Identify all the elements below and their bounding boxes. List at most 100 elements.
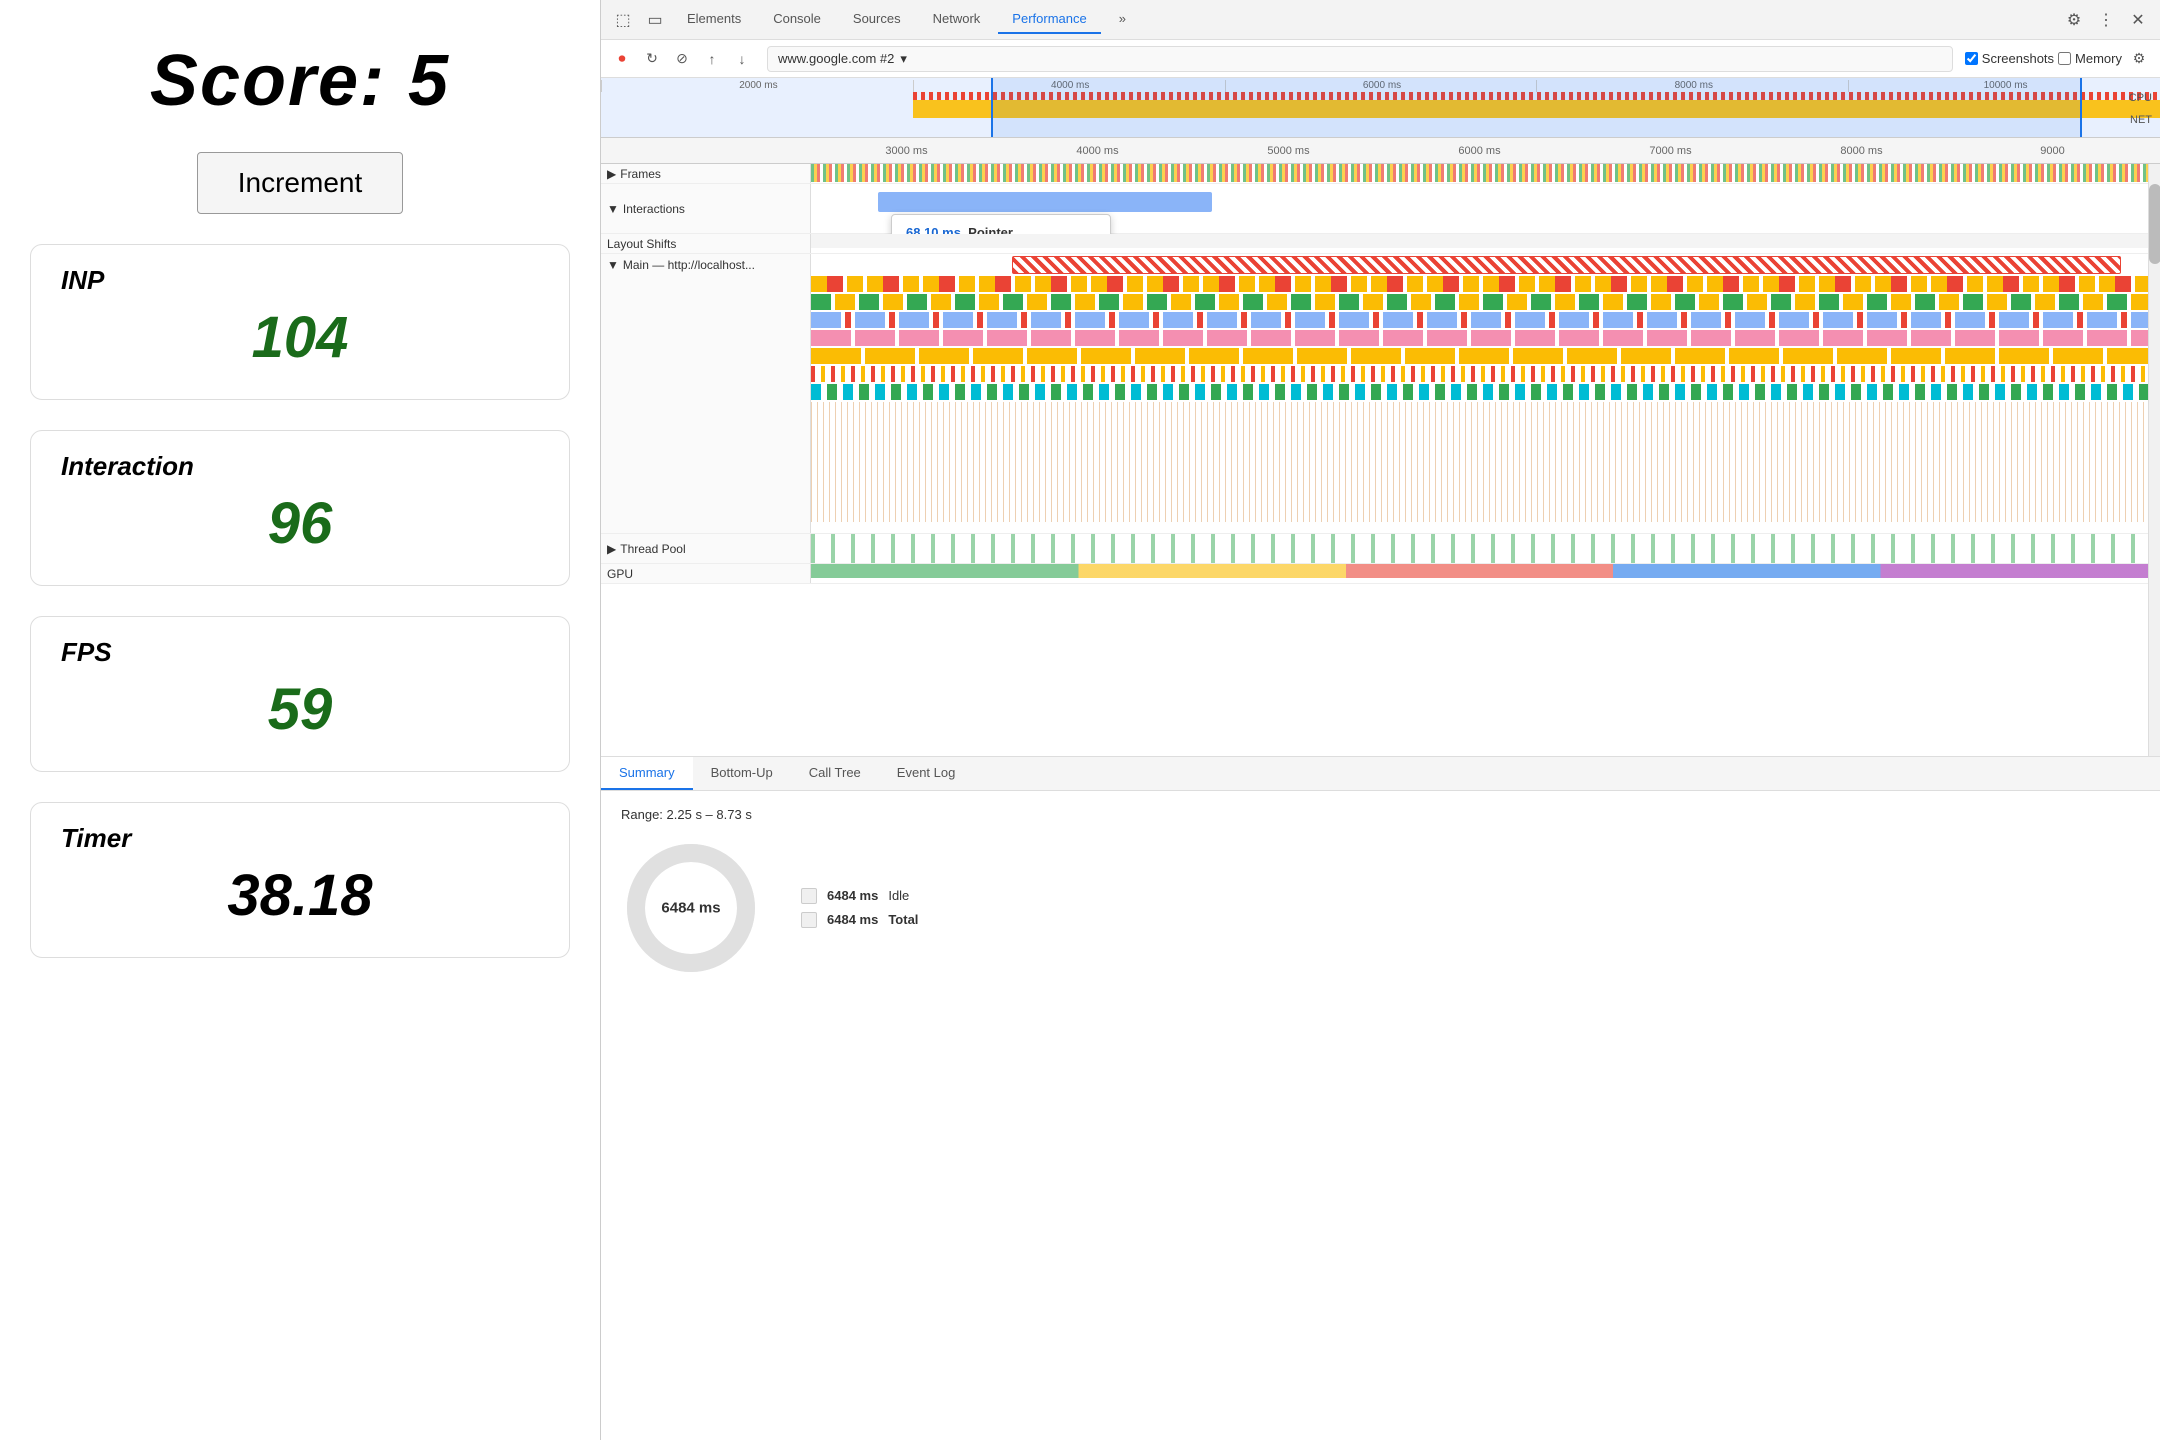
- cpu-label: CPU: [2129, 92, 2152, 104]
- tab-more[interactable]: »: [1105, 5, 1140, 34]
- tab-performance[interactable]: Performance: [998, 5, 1100, 34]
- increment-button[interactable]: Increment: [197, 152, 404, 214]
- selection-range[interactable]: [991, 78, 2082, 137]
- timeline-tracks[interactable]: ▶ Frames ▼ Interactions: [601, 164, 2148, 756]
- interaction-bar-1[interactable]: [878, 192, 1212, 212]
- task-row-6: [811, 366, 2148, 382]
- task-row-1: [811, 276, 2148, 292]
- track-content-thread-pool: [811, 534, 2148, 563]
- track-label-frames[interactable]: ▶ Frames: [601, 164, 811, 183]
- metric-card-interaction: Interaction 96: [30, 430, 570, 586]
- bottom-tab-bar: Summary Bottom-Up Call Tree Event Log: [601, 756, 2160, 791]
- task-row-4: [811, 330, 2148, 346]
- capture-settings-icon[interactable]: ⚙: [2126, 46, 2152, 72]
- download-button[interactable]: ↓: [729, 46, 755, 72]
- screenshots-label: Screenshots: [1982, 51, 2054, 66]
- expand-icon-frames[interactable]: ▶: [607, 167, 616, 181]
- screenshots-checkbox[interactable]: [1965, 52, 1978, 65]
- ruler-main-7: 9000: [1957, 145, 2148, 157]
- donut-center-label: 6484 ms: [661, 899, 720, 916]
- summary-panel: Range: 2.25 s – 8.73 s 6484 ms 6484 ms I…: [601, 791, 2160, 1440]
- net-label: NET: [2130, 114, 2152, 126]
- track-label-gpu: GPU: [601, 564, 811, 583]
- expand-icon-main[interactable]: ▼: [607, 258, 619, 272]
- frames-bar: [811, 164, 2148, 182]
- tab-event-log[interactable]: Event Log: [879, 757, 974, 790]
- expand-icon-thread-pool[interactable]: ▶: [607, 542, 616, 556]
- legend-label-total: Total: [888, 912, 918, 927]
- record-button[interactable]: ⏺: [609, 46, 635, 72]
- memory-toggle[interactable]: Memory: [2058, 51, 2122, 66]
- main-ruler: 3000 ms 4000 ms 5000 ms 6000 ms 7000 ms …: [601, 138, 2160, 164]
- more-options-icon[interactable]: ⋮: [2092, 6, 2120, 34]
- track-label-layout-shifts: Layout Shifts: [601, 234, 811, 253]
- upload-button[interactable]: ↑: [699, 46, 725, 72]
- legend-idle: 6484 ms Idle: [801, 888, 918, 904]
- track-label-main[interactable]: ▼ Main — http://localhost...: [601, 254, 811, 533]
- devtools-device-icon[interactable]: ▭: [641, 6, 669, 34]
- metric-label-timer: Timer: [61, 823, 539, 854]
- expand-icon-interactions[interactable]: ▼: [607, 202, 619, 216]
- memory-label: Memory: [2075, 51, 2122, 66]
- tooltip-title: 68.10 ms Pointer: [906, 225, 1096, 234]
- score-display: Score: 5: [150, 40, 450, 122]
- long-task-bar-1: [1012, 256, 2122, 274]
- thread-pool-bar: [811, 534, 2148, 563]
- legend-ms-total: 6484 ms: [827, 912, 878, 927]
- metric-value-interaction: 96: [61, 490, 539, 557]
- track-content-layout-shifts: [811, 234, 2148, 253]
- track-label-text-thread-pool: Thread Pool: [620, 542, 685, 556]
- legend-label-idle: Idle: [888, 888, 909, 903]
- track-content-interactions[interactable]: 68.10 ms Pointer Input delay 66ms Proces…: [811, 184, 2148, 234]
- track-content-main: [811, 254, 2148, 534]
- devtools-panel: ⬚ ▭ Elements Console Sources Network Per…: [600, 0, 2160, 1440]
- tab-call-tree[interactable]: Call Tree: [791, 757, 879, 790]
- tooltip-ms: 68.10 ms: [906, 225, 961, 234]
- task-row-3: [811, 312, 2148, 328]
- reload-button[interactable]: ↻: [639, 46, 665, 72]
- tab-elements[interactable]: Elements: [673, 5, 755, 34]
- task-row-7: [811, 384, 2148, 400]
- track-content-frames: [811, 164, 2148, 183]
- track-row-thread-pool: ▶ Thread Pool: [601, 534, 2148, 564]
- memory-checkbox[interactable]: [2058, 52, 2071, 65]
- track-row-frames: ▶ Frames: [601, 164, 2148, 184]
- tab-bottom-up[interactable]: Bottom-Up: [693, 757, 791, 790]
- screenshots-toggle[interactable]: Screenshots: [1965, 51, 2054, 66]
- metric-value-fps: 59: [61, 676, 539, 743]
- clear-button[interactable]: ⊘: [669, 46, 695, 72]
- track-label-thread-pool[interactable]: ▶ Thread Pool: [601, 534, 811, 563]
- track-label-text-layout-shifts: Layout Shifts: [607, 237, 676, 251]
- timeline-scrollbar[interactable]: [2148, 164, 2160, 756]
- settings-icon[interactable]: ⚙: [2060, 6, 2088, 34]
- metric-label-interaction: Interaction: [61, 451, 539, 482]
- legend-items: 6484 ms Idle 6484 ms Total: [801, 888, 918, 928]
- track-label-text-gpu: GPU: [607, 567, 633, 581]
- task-row-2: [811, 294, 2148, 310]
- track-label-interactions[interactable]: ▼ Interactions: [601, 184, 811, 233]
- ruler-main-3: 5000 ms: [1193, 145, 1384, 157]
- track-row-interactions: ▼ Interactions 68.10 ms Pointer I: [601, 184, 2148, 234]
- metric-card-fps: FPS 59: [30, 616, 570, 772]
- url-text: www.google.com #2: [778, 51, 894, 66]
- tab-console[interactable]: Console: [759, 5, 835, 34]
- task-row-5: [811, 348, 2148, 364]
- timeline-overview[interactable]: 2000 ms 4000 ms 6000 ms 8000 ms 10000 ms…: [601, 78, 2160, 138]
- tab-network[interactable]: Network: [919, 5, 995, 34]
- url-dropdown-icon[interactable]: ▾: [900, 51, 907, 67]
- devtools-inspect-icon[interactable]: ⬚: [609, 6, 637, 34]
- close-icon[interactable]: ✕: [2124, 6, 2152, 34]
- track-row-main: ▼ Main — http://localhost...: [601, 254, 2148, 534]
- track-label-text-frames: Frames: [620, 167, 661, 181]
- legend-total: 6484 ms Total: [801, 912, 918, 928]
- scrollbar-thumb[interactable]: [2149, 184, 2160, 264]
- tab-sources[interactable]: Sources: [839, 5, 915, 34]
- metric-label-fps: FPS: [61, 637, 539, 668]
- ruler-main-1: 3000 ms: [811, 145, 1002, 157]
- tab-summary[interactable]: Summary: [601, 757, 693, 790]
- track-content-gpu: [811, 564, 2148, 583]
- url-display: www.google.com #2 ▾: [767, 46, 1953, 72]
- ruler-main-6: 8000 ms: [1766, 145, 1957, 157]
- task-vertical-lines: [811, 402, 2148, 522]
- ruler-main-5: 7000 ms: [1575, 145, 1766, 157]
